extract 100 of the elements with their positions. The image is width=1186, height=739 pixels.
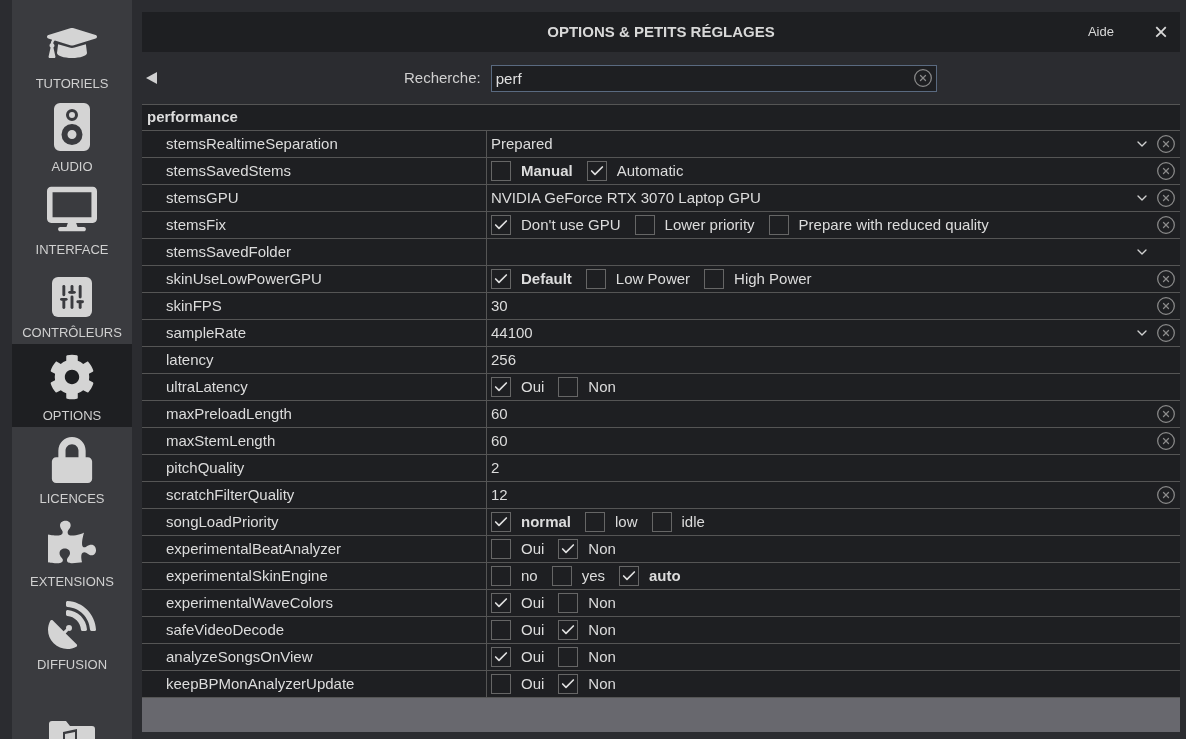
help-button[interactable]: Aide — [1087, 22, 1114, 42]
checkbox[interactable] — [491, 377, 511, 397]
setting-name: maxPreloadLength — [166, 403, 292, 424]
value-text: 256 — [491, 349, 518, 370]
checkbox[interactable] — [634, 215, 655, 235]
checkbox[interactable] — [586, 161, 607, 181]
option-label: Oui — [521, 673, 545, 694]
option-label: auto — [649, 565, 681, 586]
checkbox[interactable] — [585, 512, 605, 532]
setting-name: analyzeSongsOnView — [166, 646, 313, 667]
option-label: Low Power — [615, 268, 691, 289]
option-label: Oui — [521, 619, 545, 640]
setting-name: stemsFix — [166, 214, 226, 235]
checkbox[interactable] — [551, 566, 572, 586]
clear-icon[interactable] — [1156, 431, 1176, 451]
option-label: Default — [521, 268, 572, 289]
sidebar-item[interactable]: EXTENSIONS — [12, 510, 132, 593]
setting-name: stemsRealtimeSeparation — [166, 133, 338, 154]
option-label: Oui — [521, 646, 545, 667]
select-value: NVIDIA GeForce RTX 3070 Laptop GPU — [491, 187, 762, 208]
checkbox[interactable] — [491, 161, 511, 181]
checkbox[interactable] — [704, 269, 725, 289]
option-label: Non — [588, 592, 616, 613]
checkbox[interactable] — [491, 647, 511, 667]
setting-name: stemsGPU — [166, 187, 239, 208]
option-label: Non — [588, 538, 616, 559]
setting-name: experimentalSkinEngine — [166, 565, 328, 586]
checkbox[interactable] — [558, 593, 579, 613]
checkbox[interactable] — [585, 269, 606, 289]
clear-icon[interactable] — [1156, 134, 1176, 154]
checkbox[interactable] — [491, 593, 511, 613]
clear-icon[interactable] — [1156, 296, 1176, 316]
sliders-icon — [52, 276, 92, 317]
sidebar-item[interactable]: OPTIONS — [12, 344, 132, 427]
checkbox[interactable] — [491, 512, 511, 532]
checkbox[interactable] — [651, 512, 672, 532]
sidebar-item[interactable]: DIFFUSION — [12, 593, 132, 676]
checkbox[interactable] — [491, 566, 511, 586]
setting-name: latency — [166, 349, 214, 370]
setting-name: songLoadPriority — [166, 511, 279, 532]
checkbox[interactable] — [619, 566, 640, 586]
setting-name: pitchQuality — [166, 457, 245, 478]
setting-name: experimentalBeatAnalyzer — [166, 538, 342, 559]
option-label: High Power — [734, 268, 812, 289]
value-text: 2 — [491, 457, 501, 478]
sidebar-item[interactable]: INTERFACE — [12, 178, 132, 261]
lock-icon — [49, 436, 95, 483]
option-label: Non — [588, 619, 616, 640]
checkbox[interactable] — [768, 215, 789, 235]
checkbox[interactable] — [491, 269, 511, 289]
option-label: low — [615, 511, 638, 532]
checkbox[interactable] — [558, 674, 579, 694]
option-label: Oui — [521, 376, 545, 397]
option-label: yes — [581, 565, 606, 586]
option-label: Oui — [521, 538, 545, 559]
option-label: Oui — [521, 592, 545, 613]
clear-icon[interactable] — [1156, 404, 1176, 424]
value-text: 30 — [491, 295, 509, 316]
clear-icon[interactable] — [1156, 323, 1176, 343]
option-label: Automatic — [616, 160, 684, 181]
group-header: performance — [147, 107, 238, 128]
sidebar-item[interactable]: CONTRÔLEURS — [12, 261, 132, 344]
sidebar-item[interactable]: LICENCES — [12, 427, 132, 510]
checkbox[interactable] — [558, 377, 579, 397]
checkbox[interactable] — [491, 539, 511, 559]
checkbox[interactable] — [491, 620, 511, 640]
clear-icon[interactable] — [1156, 161, 1176, 181]
option-label: Non — [588, 673, 616, 694]
option-label: Manual — [521, 160, 573, 181]
checkbox[interactable] — [558, 539, 579, 559]
setting-name: ultraLatency — [166, 376, 248, 397]
checkbox[interactable] — [558, 620, 579, 640]
setting-name: scratchFilterQuality — [166, 484, 295, 505]
gear-icon — [49, 353, 95, 400]
sidebar-item[interactable]: AUDIO — [12, 95, 132, 178]
checkbox[interactable] — [491, 215, 511, 235]
setting-name: safeVideoDecode — [166, 619, 285, 640]
sidebar-item[interactable]: TUTORIELS — [12, 12, 132, 95]
option-label: Non — [588, 376, 616, 397]
checkbox[interactable] — [491, 674, 511, 694]
clear-icon[interactable] — [1156, 269, 1176, 289]
close-button[interactable]: × — [1154, 20, 1168, 44]
value-text: 12 — [491, 484, 509, 505]
option-label: Lower priority — [664, 214, 755, 235]
value-text: 60 — [491, 430, 509, 451]
option-label: normal — [521, 511, 571, 532]
setting-name: skinFPS — [166, 295, 222, 316]
clear-icon[interactable] — [1156, 485, 1176, 505]
select-value: Prepared — [491, 133, 554, 154]
option-label: idle — [681, 511, 705, 532]
back-arrow-icon[interactable] — [146, 72, 158, 84]
clear-icon[interactable] — [1156, 215, 1176, 235]
search-label: Recherche: — [404, 67, 481, 88]
search-field[interactable]: perf — [490, 64, 937, 92]
checkbox[interactable] — [558, 647, 579, 667]
clear-icon[interactable] — [912, 67, 933, 88]
setting-name: keepBPMonAnalyzerUpdate — [166, 673, 355, 694]
clear-icon[interactable] — [1156, 188, 1176, 208]
option-label: Don't use GPU — [521, 214, 621, 235]
setting-name: sampleRate — [166, 322, 247, 343]
